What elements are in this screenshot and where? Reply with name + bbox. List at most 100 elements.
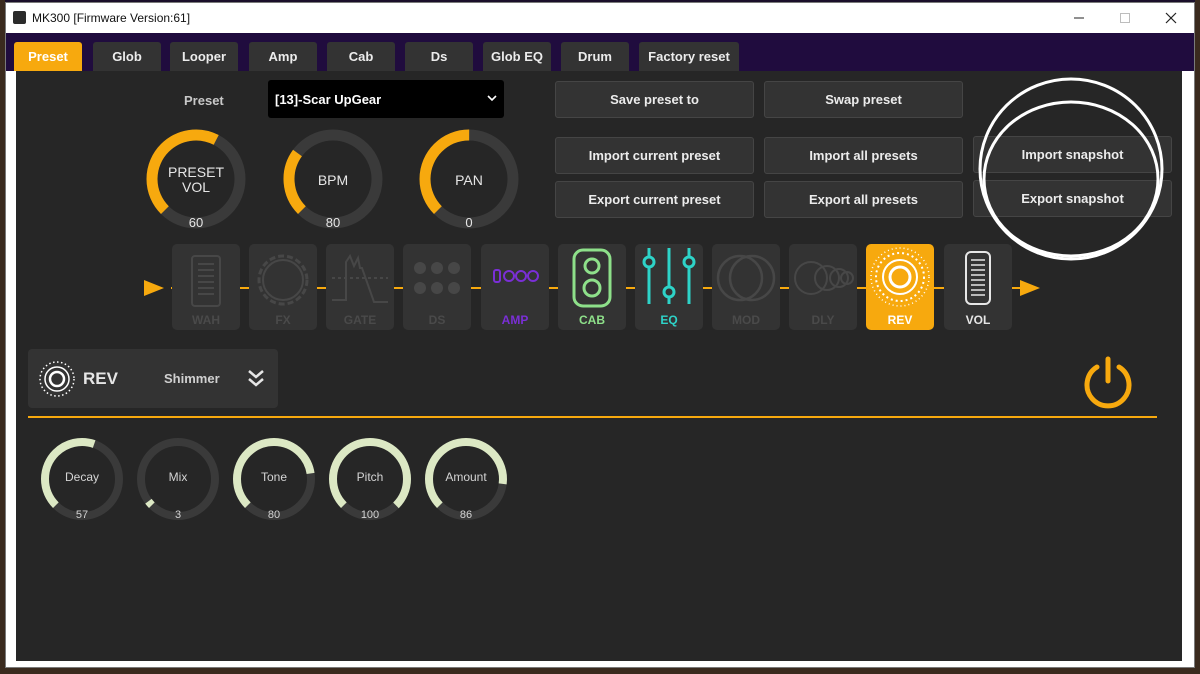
- section-divider: [28, 416, 1157, 418]
- minimize-button[interactable]: [1056, 3, 1102, 33]
- chain-block-cab[interactable]: CAB: [558, 244, 626, 330]
- amount-value: 86: [459, 509, 473, 521]
- tone-knob[interactable]: Tone 80: [232, 437, 316, 521]
- mix-value: 3: [174, 509, 182, 521]
- tab-amp[interactable]: Amp: [249, 42, 317, 71]
- desktop-edge-bottom: [0, 668, 1200, 674]
- effect-selector[interactable]: REV Shimmer: [28, 349, 278, 408]
- wah-icon: [191, 255, 221, 307]
- save-preset-to-button[interactable]: Save preset to: [555, 81, 754, 118]
- close-button[interactable]: [1148, 3, 1194, 33]
- preset-vol-value: 60: [188, 215, 204, 230]
- cab-icon: [572, 248, 612, 308]
- dropdown-arrow-icon: [487, 95, 497, 102]
- desktop-edge-right: [1195, 0, 1200, 674]
- window-title: MK300 [Firmware Version:61]: [32, 11, 191, 25]
- preset-select-value: [13]-Scar UpGear: [275, 91, 382, 107]
- preset-select[interactable]: [13]-Scar UpGear: [268, 80, 504, 118]
- pan-value: 0: [465, 215, 473, 230]
- tab-bar: Preset Glob Looper Amp Cab Ds Glob EQ Dr…: [6, 33, 1194, 71]
- preset-vol-label-line2: VOL: [181, 179, 210, 195]
- pan-knob[interactable]: PAN 0: [419, 129, 519, 234]
- chain-block-wah-label: WAH: [192, 313, 220, 327]
- chain-block-eq[interactable]: EQ: [635, 244, 703, 330]
- chain-block-vol-label: VOL: [965, 313, 991, 327]
- rev-icon: [39, 361, 75, 397]
- app-window: MK300 [Firmware Version:61] Preset Glob …: [5, 2, 1195, 668]
- chain-block-amp-label: AMP: [501, 313, 529, 327]
- dly-icon: [794, 261, 854, 295]
- mix-knob[interactable]: Mix 3: [136, 437, 220, 521]
- effect-name: REV: [83, 369, 118, 388]
- preset-label: Preset: [184, 93, 224, 108]
- mod-icon: [716, 254, 776, 302]
- tab-ds[interactable]: Ds: [405, 42, 473, 71]
- chain-block-ds[interactable]: DS: [403, 244, 471, 330]
- tab-drum[interactable]: Drum: [561, 42, 629, 71]
- tab-looper[interactable]: Looper: [170, 42, 238, 71]
- gate-icon: [332, 253, 388, 303]
- decay-knob[interactable]: Decay 57: [40, 437, 124, 521]
- amp-icon: [493, 269, 539, 283]
- chain-block-wah[interactable]: WAH: [172, 244, 240, 330]
- chain-block-fx[interactable]: FX: [249, 244, 317, 330]
- decay-value: 57: [75, 509, 89, 521]
- preset-vol-label: PRESET VOL: [146, 165, 246, 195]
- tab-cab[interactable]: Cab: [327, 42, 395, 71]
- chain-block-mod[interactable]: MOD: [712, 244, 780, 330]
- pitch-knob[interactable]: Pitch 100: [328, 437, 412, 521]
- tone-label: Tone: [260, 470, 288, 484]
- pitch-label: Pitch: [356, 470, 384, 484]
- tone-value: 80: [267, 509, 281, 521]
- effect-type: Shimmer: [164, 371, 220, 386]
- maximize-button[interactable]: [1102, 3, 1148, 33]
- fx-icon: [257, 254, 309, 306]
- chain-block-eq-label: EQ: [660, 313, 678, 327]
- amount-knob[interactable]: Amount 86: [424, 437, 508, 521]
- tab-factory-reset[interactable]: Factory reset: [639, 42, 739, 71]
- chain-block-dly[interactable]: DLY: [789, 244, 857, 330]
- chain-block-fx-label: FX: [275, 313, 291, 327]
- decay-label: Decay: [64, 470, 99, 484]
- pitch-value: 100: [360, 509, 380, 521]
- chain-arrow-icon: [144, 280, 164, 296]
- preset-panel: Preset [13]-Scar UpGear Save preset to S…: [16, 71, 1182, 661]
- rev-icon: [870, 247, 930, 307]
- tab-preset[interactable]: Preset: [14, 42, 82, 71]
- swap-preset-button[interactable]: Swap preset: [764, 81, 963, 118]
- vol-icon: [965, 251, 991, 305]
- title-bar: MK300 [Firmware Version:61]: [6, 3, 1194, 33]
- eq-icon: [642, 248, 696, 304]
- tab-glob[interactable]: Glob: [93, 42, 161, 71]
- amount-label: Amount: [445, 470, 487, 484]
- mix-label: Mix: [168, 470, 188, 484]
- ds-icon: [414, 262, 460, 294]
- export-all-presets-button[interactable]: Export all presets: [764, 181, 963, 218]
- chain-block-mod-label: MOD: [732, 313, 760, 327]
- export-current-preset-button[interactable]: Export current preset: [555, 181, 754, 218]
- double-chevron-down-icon[interactable]: [246, 368, 266, 388]
- chain-block-rev[interactable]: REV: [866, 244, 934, 330]
- power-icon[interactable]: [1080, 353, 1136, 409]
- minimize-icon: [1074, 17, 1084, 19]
- chain-block-gate-label: GATE: [343, 313, 377, 327]
- bpm-knob[interactable]: BPM 80: [283, 129, 383, 234]
- import-all-presets-button[interactable]: Import all presets: [764, 137, 963, 174]
- chain-block-dly-label: DLY: [811, 313, 835, 327]
- preset-vol-knob[interactable]: PRESET VOL 60: [146, 129, 246, 234]
- chain-block-vol[interactable]: VOL: [944, 244, 1012, 330]
- maximize-icon: [1120, 13, 1130, 23]
- preset-vol-label-line1: PRESET: [167, 164, 224, 180]
- app-icon: [13, 11, 26, 24]
- import-current-preset-button[interactable]: Import current preset: [555, 137, 754, 174]
- chain-arrow-icon: [1020, 280, 1040, 296]
- pan-label: PAN: [455, 172, 483, 188]
- tab-glob-eq[interactable]: Glob EQ: [483, 42, 551, 71]
- chain-block-gate[interactable]: GATE: [326, 244, 394, 330]
- chain-block-ds-label: DS: [428, 313, 446, 327]
- chain-block-rev-label: REV: [887, 313, 913, 327]
- chain-block-amp[interactable]: AMP: [481, 244, 549, 330]
- bpm-label: BPM: [317, 172, 349, 188]
- bpm-value: 80: [325, 215, 341, 230]
- chain-block-cab-label: CAB: [579, 313, 605, 327]
